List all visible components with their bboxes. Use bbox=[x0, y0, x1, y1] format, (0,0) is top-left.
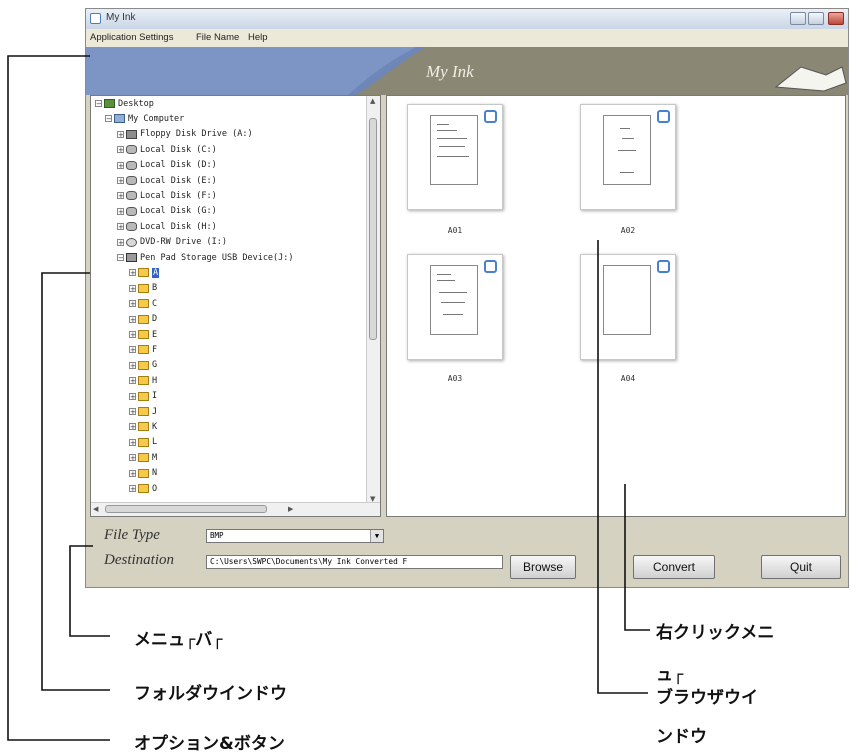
leader-options-buttons bbox=[7, 55, 110, 741]
callout-right-click-menu-cont: ュ┌ bbox=[656, 665, 684, 685]
callout-browser-window-cont: ンドウ bbox=[656, 727, 707, 747]
leader-folder-window bbox=[41, 272, 110, 691]
leader-menu-bar bbox=[69, 545, 110, 637]
callout-folder-window: フォルダウインドウ bbox=[134, 684, 287, 704]
callout-right-click-menu: 右クリックメニ bbox=[656, 623, 775, 643]
callout-menu-bar: メニュ┌バ┌ bbox=[134, 630, 223, 650]
callout-browser-window: ブラウザウイ bbox=[656, 688, 758, 708]
leader-browser-window bbox=[597, 240, 648, 694]
leader-right-click-menu bbox=[624, 484, 650, 631]
callout-options-buttons: オプション&ボタン bbox=[134, 734, 285, 754]
